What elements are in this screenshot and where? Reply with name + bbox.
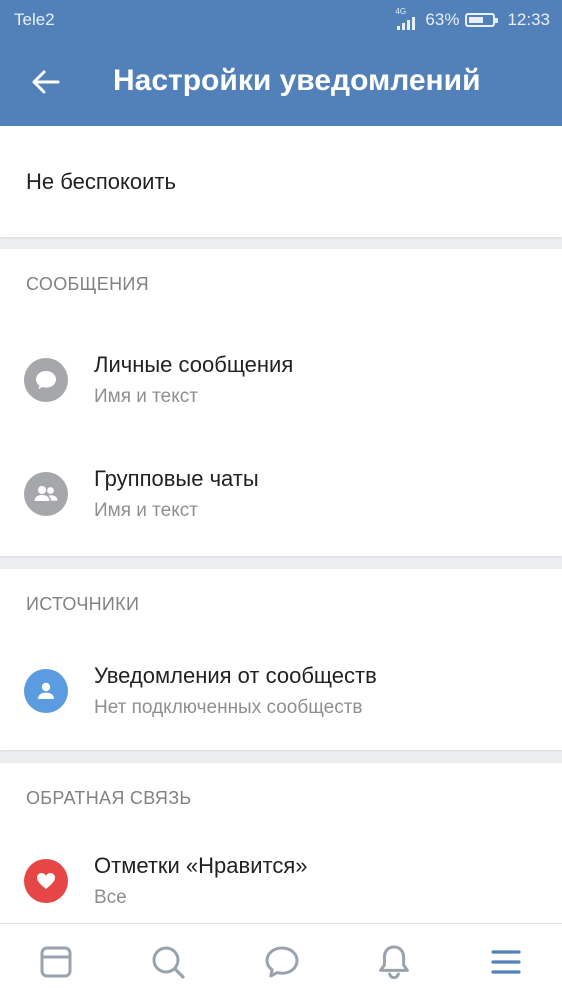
item-subtitle: Имя и текст (94, 500, 198, 521)
bottom-tab-bar (0, 923, 562, 1000)
back-button[interactable] (22, 58, 70, 106)
user-icon (24, 669, 68, 713)
item-subtitle: Имя и текст (94, 386, 198, 407)
page-title: Настройки уведомлений (113, 64, 481, 97)
list-item-group-chats[interactable]: Групповые чаты Имя и текст (0, 448, 562, 538)
section-title-sources: ИСТОЧНИКИ (26, 594, 140, 614)
clock: 12:33 (507, 10, 550, 29)
status-bar: Tele2 4G 63% 12:33 (0, 0, 562, 40)
item-title: Уведомления от сообществ (94, 663, 377, 688)
network-type: 4G (395, 7, 407, 16)
tab-search[interactable] (146, 940, 190, 984)
item-subtitle: Все (94, 887, 127, 908)
group-icon (24, 472, 68, 516)
signal-icon: 4G (395, 7, 419, 30)
heart-icon (24, 859, 68, 903)
search-icon (152, 946, 185, 979)
item-subtitle: Нет подключенных сообществ (94, 697, 363, 718)
do-not-disturb-row[interactable]: Не беспокоить (0, 126, 562, 237)
battery-percent: 63% (425, 10, 460, 29)
tab-menu[interactable] (484, 940, 528, 984)
status-indicators: 4G 63% 12:33 (395, 7, 550, 31)
list-item-private-messages[interactable]: Личные сообщения Имя и текст (0, 334, 562, 424)
app-header: Tele2 4G 63% 12:33 Настройки уведомлений (0, 0, 562, 126)
battery-icon (465, 13, 499, 27)
list-item-community-notifications[interactable]: Уведомления от сообществ Нет подключенны… (0, 645, 562, 735)
list-item-likes[interactable]: Отметки «Нравится» Все (0, 835, 562, 925)
arrow-left-icon (32, 70, 60, 94)
menu-icon (491, 950, 521, 974)
tab-news[interactable] (34, 940, 78, 984)
messages-icon (265, 946, 299, 978)
tab-messages[interactable] (260, 940, 304, 984)
chat-bubble-icon (24, 358, 68, 402)
sources-section: ИСТОЧНИКИ Уведомления от сообществ Нет п… (0, 569, 562, 750)
messages-section: СООБЩЕНИЯ Личные сообщения Имя и текст Г… (0, 249, 562, 556)
tab-notifications[interactable] (372, 940, 416, 984)
bell-icon (379, 945, 409, 980)
item-title: Групповые чаты (94, 466, 259, 491)
dnd-section: Не беспокоить (0, 126, 562, 237)
news-icon (40, 946, 72, 978)
do-not-disturb-label: Не беспокоить (26, 169, 176, 194)
carrier-name: Tele2 (14, 10, 55, 29)
feedback-section: ОБРАТНАЯ СВЯЗЬ Отметки «Нравится» Все (0, 763, 562, 933)
item-title: Личные сообщения (94, 352, 294, 377)
item-title: Отметки «Нравится» (94, 853, 308, 878)
section-title-feedback: ОБРАТНАЯ СВЯЗЬ (26, 788, 192, 808)
section-title-messages: СООБЩЕНИЯ (26, 274, 149, 294)
